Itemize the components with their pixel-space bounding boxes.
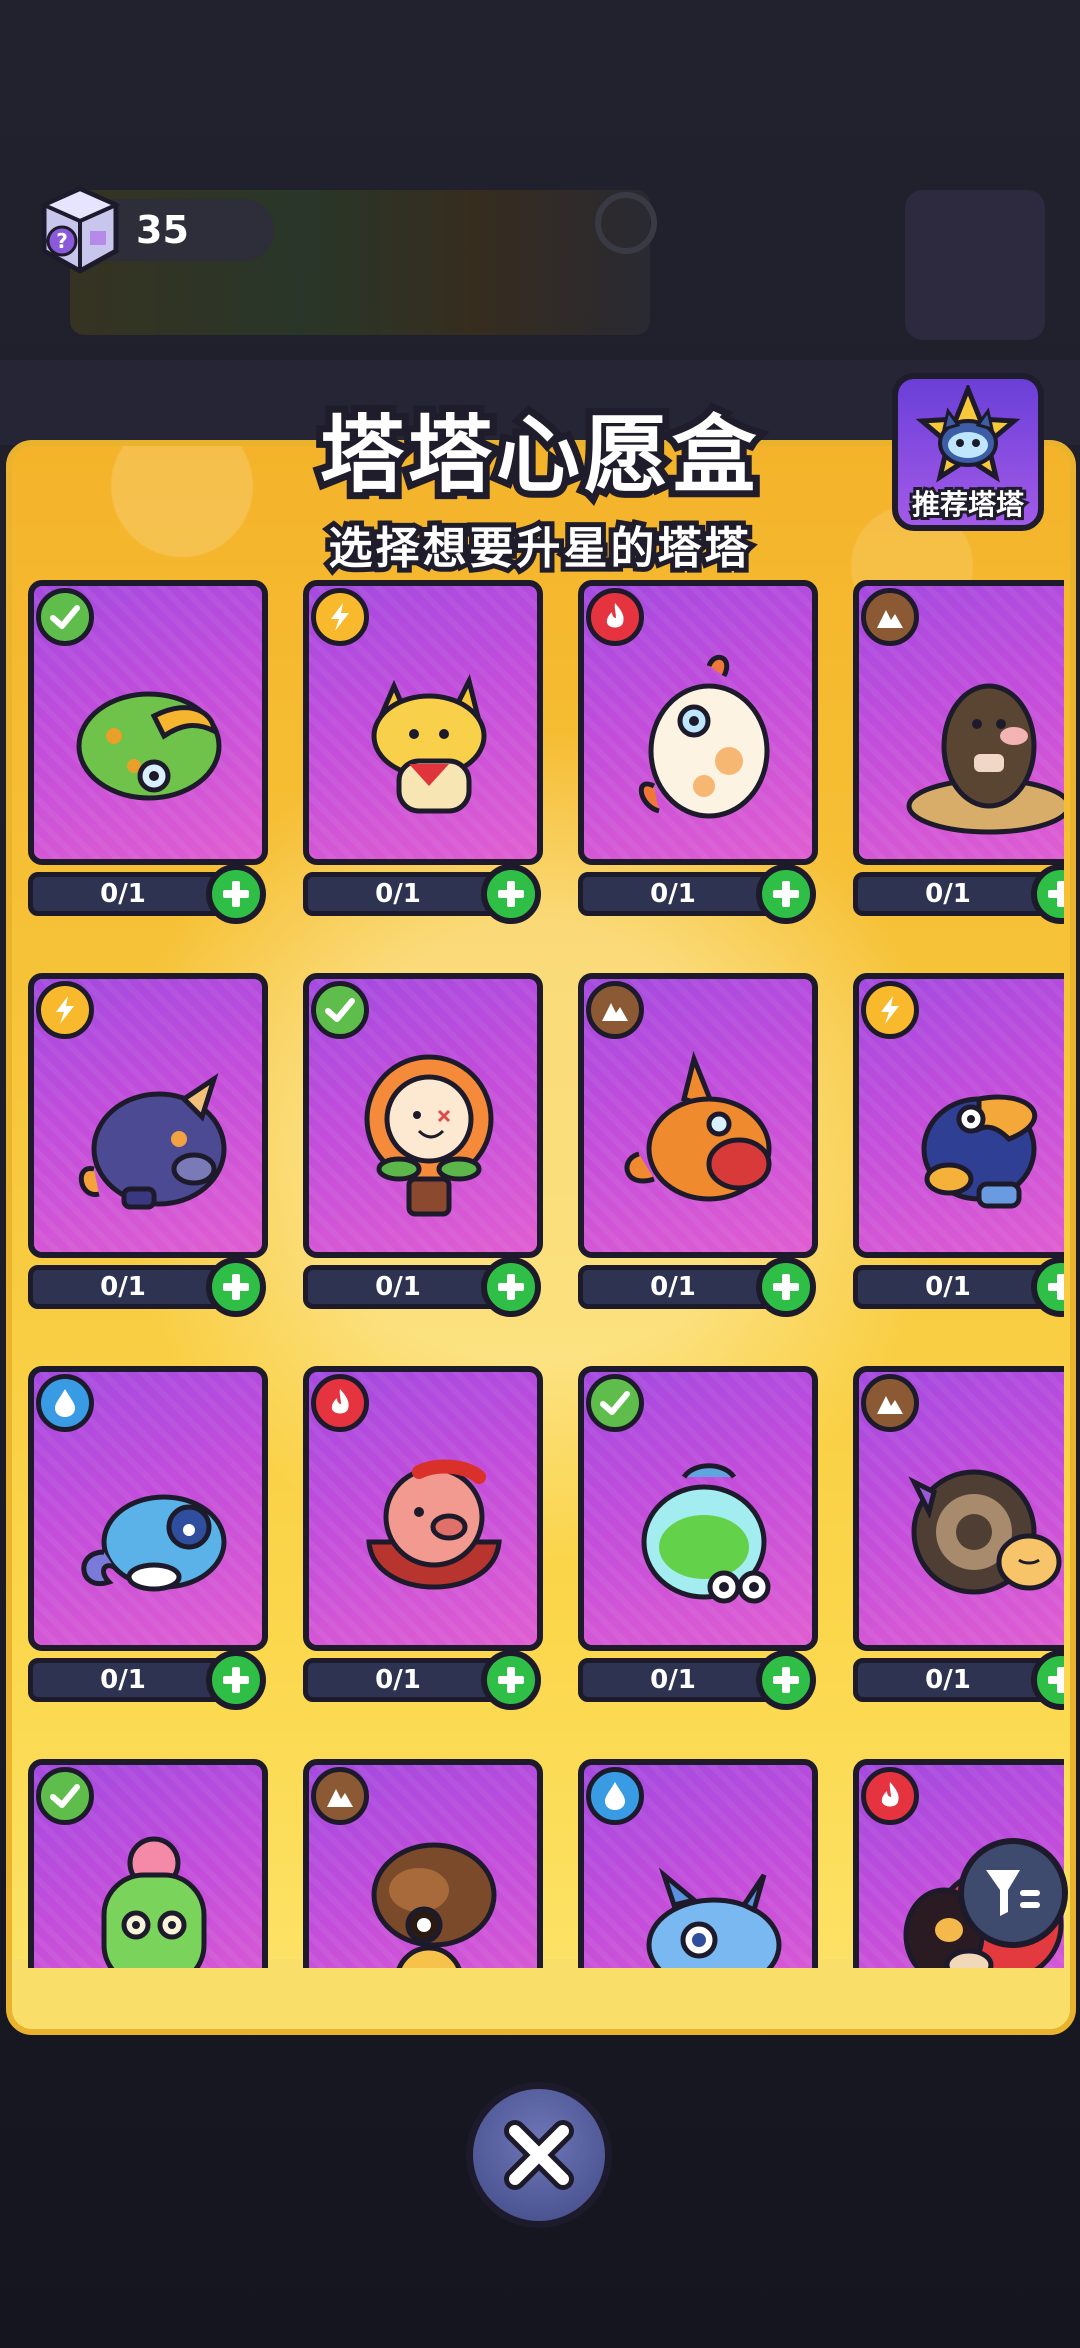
recommend-button[interactable]: 推荐塔塔 bbox=[892, 373, 1044, 531]
plus-icon bbox=[498, 1667, 524, 1693]
earth-element-icon bbox=[861, 588, 919, 646]
creature-card[interactable]: 0/1 bbox=[28, 580, 268, 924]
add-button[interactable] bbox=[481, 864, 541, 924]
earth-element-icon bbox=[586, 981, 644, 1039]
add-button[interactable] bbox=[481, 1650, 541, 1710]
creature-card[interactable]: 0/1 bbox=[853, 1366, 1064, 1710]
electric-element-icon bbox=[311, 588, 369, 646]
yellow-fox-icon bbox=[339, 636, 519, 840]
plus-icon bbox=[773, 1274, 799, 1300]
electric-element-icon bbox=[36, 981, 94, 1039]
creature-card[interactable]: 0/1 bbox=[853, 580, 1064, 924]
filter-button[interactable] bbox=[958, 1838, 1068, 1948]
panel-footer bbox=[12, 1959, 1070, 2029]
creature-card[interactable]: 0/1 bbox=[578, 973, 818, 1317]
plus-icon bbox=[773, 881, 799, 907]
blue-dragon-icon bbox=[614, 1815, 794, 1968]
creature-portrait[interactable] bbox=[303, 580, 543, 865]
plus-icon bbox=[1048, 881, 1064, 907]
creature-portrait[interactable] bbox=[578, 1366, 818, 1651]
plus-icon bbox=[1048, 1667, 1064, 1693]
potion-frog-icon bbox=[614, 1422, 794, 1626]
grass-element-icon bbox=[36, 588, 94, 646]
svg-text:?: ? bbox=[56, 229, 68, 253]
currency-amount: 35 bbox=[104, 199, 274, 261]
grass-element-icon bbox=[586, 1374, 644, 1432]
creature-card[interactable] bbox=[578, 1759, 818, 1968]
green-beetle-icon bbox=[64, 636, 244, 840]
add-button[interactable] bbox=[756, 1650, 816, 1710]
creature-grid: 0/1 0/1 0/1 0/1 0/1 0/1 0/1 0/1 0/1 0/1 0/1 0/1 bbox=[24, 580, 1064, 1968]
mystery-box-icon: ? bbox=[39, 185, 121, 275]
creature-card[interactable]: 0/1 bbox=[578, 580, 818, 924]
creature-portrait[interactable] bbox=[303, 973, 543, 1258]
filter-icon bbox=[986, 1870, 1040, 1916]
recommend-label: 推荐塔塔 bbox=[909, 485, 1027, 524]
creature-card[interactable] bbox=[303, 1759, 543, 1968]
plus-icon bbox=[498, 881, 524, 907]
creature-card[interactable]: 0/1 bbox=[578, 1366, 818, 1710]
plus-icon bbox=[498, 1274, 524, 1300]
creature-card[interactable]: 0/1 bbox=[303, 973, 543, 1317]
grass-element-icon bbox=[311, 981, 369, 1039]
fire-element-icon bbox=[861, 1767, 919, 1825]
close-button[interactable] bbox=[466, 2082, 612, 2228]
white-chicken-icon bbox=[614, 636, 794, 840]
toucan-icon bbox=[889, 1029, 1064, 1233]
creature-card[interactable]: 0/1 bbox=[303, 1366, 543, 1710]
creature-card[interactable]: 0/1 bbox=[28, 973, 268, 1317]
plus-icon bbox=[223, 881, 249, 907]
add-button[interactable] bbox=[206, 1650, 266, 1710]
water-element-icon bbox=[586, 1767, 644, 1825]
creature-portrait[interactable] bbox=[303, 1759, 543, 1968]
add-button[interactable] bbox=[206, 1257, 266, 1317]
earth-element-icon bbox=[311, 1767, 369, 1825]
creature-card[interactable]: 0/1 bbox=[28, 1366, 268, 1710]
creature-card[interactable]: 0/1 bbox=[303, 580, 543, 924]
background-search-icon bbox=[595, 192, 657, 254]
plus-icon bbox=[1048, 1274, 1064, 1300]
creature-portrait[interactable] bbox=[578, 973, 818, 1258]
sunflower-icon bbox=[339, 1029, 519, 1233]
star-cat-icon bbox=[916, 385, 1020, 483]
water-element-icon bbox=[36, 1374, 94, 1432]
creature-portrait[interactable] bbox=[853, 580, 1064, 865]
electric-element-icon bbox=[861, 981, 919, 1039]
creature-portrait[interactable] bbox=[853, 973, 1064, 1258]
brown-mole-icon bbox=[889, 636, 1064, 840]
blue-boar-icon bbox=[64, 1029, 244, 1233]
creature-card[interactable] bbox=[28, 1759, 268, 1968]
creature-portrait[interactable] bbox=[578, 580, 818, 865]
background-card bbox=[905, 190, 1045, 340]
plus-icon bbox=[223, 1274, 249, 1300]
close-icon bbox=[504, 2120, 574, 2190]
add-button[interactable] bbox=[756, 864, 816, 924]
currency-display: ? 35 bbox=[39, 186, 274, 274]
plus-icon bbox=[223, 1667, 249, 1693]
add-button[interactable] bbox=[481, 1257, 541, 1317]
fire-element-icon bbox=[311, 1374, 369, 1432]
creature-card[interactable]: 0/1 bbox=[853, 973, 1064, 1317]
plus-icon bbox=[773, 1667, 799, 1693]
shell-snail-icon bbox=[339, 1815, 519, 1968]
creature-portrait[interactable] bbox=[578, 1759, 818, 1968]
fire-element-icon bbox=[586, 588, 644, 646]
earth-element-icon bbox=[861, 1374, 919, 1432]
creature-portrait[interactable] bbox=[303, 1366, 543, 1651]
creature-portrait[interactable] bbox=[28, 1759, 268, 1968]
creature-portrait[interactable] bbox=[853, 1366, 1064, 1651]
hermit-snail-icon bbox=[889, 1422, 1064, 1626]
grass-element-icon bbox=[36, 1767, 94, 1825]
add-button[interactable] bbox=[206, 864, 266, 924]
creature-portrait[interactable] bbox=[28, 580, 268, 865]
cactus-icon bbox=[64, 1815, 244, 1968]
add-button[interactable] bbox=[756, 1257, 816, 1317]
chameleon-icon bbox=[64, 1422, 244, 1626]
kangaroo-icon bbox=[614, 1029, 794, 1233]
creature-portrait[interactable] bbox=[28, 1366, 268, 1651]
pig-bowl-icon bbox=[339, 1422, 519, 1626]
creature-portrait[interactable] bbox=[28, 973, 268, 1258]
